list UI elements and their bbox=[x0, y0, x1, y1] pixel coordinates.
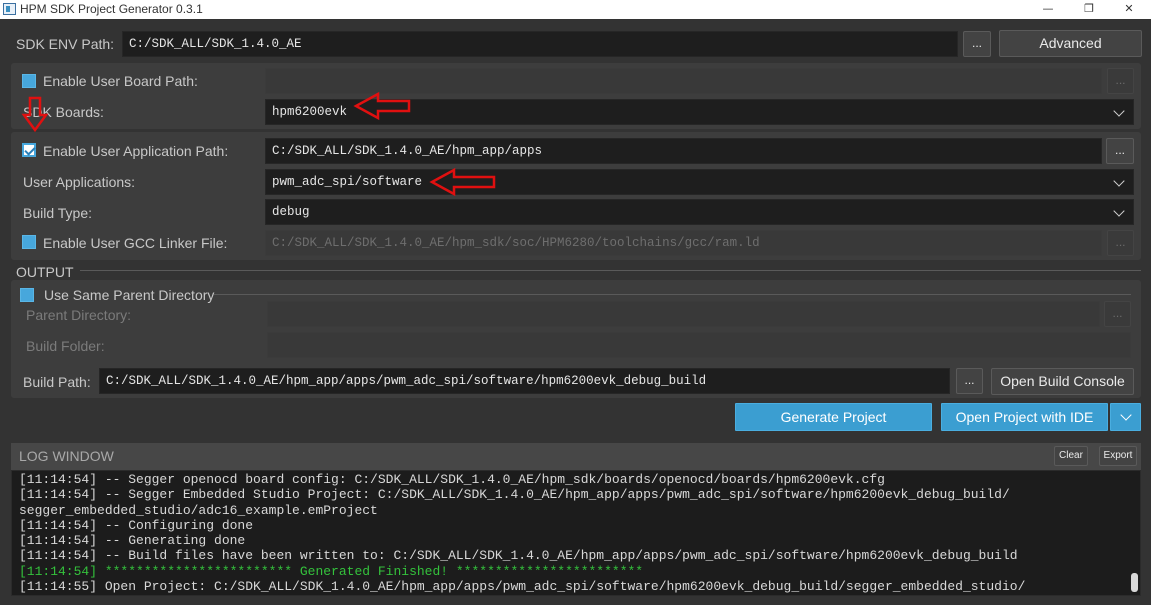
same-parent-checkbox[interactable] bbox=[20, 288, 34, 302]
open-ide-dropdown-button[interactable] bbox=[1110, 403, 1141, 431]
log-line: [11:14:54] -- Segger Embedded Studio Pro… bbox=[19, 487, 1010, 503]
parent-directory-label: Parent Directory: bbox=[26, 307, 132, 323]
advanced-button[interactable]: Advanced bbox=[999, 30, 1142, 57]
log-line: [11:14:54] -- Configuring done bbox=[19, 517, 254, 533]
sdk-boards-select[interactable]: hpm6200evk bbox=[265, 99, 1134, 125]
sdk-env-path-input[interactable]: C:/SDK_ALL/SDK_1.4.0_AE bbox=[122, 31, 958, 57]
chevron-down-icon bbox=[1120, 409, 1132, 421]
sdk-boards-label: SDK Boards: bbox=[23, 104, 104, 120]
parent-directory-browse-button[interactable]: ... bbox=[1104, 301, 1131, 327]
close-button[interactable]: ✕ bbox=[1106, 0, 1151, 19]
generate-project-button[interactable]: Generate Project bbox=[735, 403, 932, 431]
sdk-env-label: SDK ENV Path: bbox=[16, 36, 115, 52]
log-window-title: LOG WINDOW bbox=[19, 448, 114, 464]
chevron-down-icon bbox=[1113, 105, 1125, 117]
log-line: segger_embedded_studio/adc16_example.emP… bbox=[19, 502, 378, 518]
log-line: [11:14:54] -- Generating done bbox=[19, 533, 246, 549]
sdk-boards-value: hpm6200evk bbox=[272, 105, 348, 119]
user-linker-label: Enable User GCC Linker File: bbox=[43, 235, 228, 251]
user-application-checkbox[interactable] bbox=[22, 143, 36, 157]
user-linker-path-input[interactable]: C:/SDK_ALL/SDK_1.4.0_AE/hpm_sdk/soc/HPM6… bbox=[265, 230, 1102, 256]
log-clear-button[interactable]: Clear bbox=[1054, 446, 1088, 466]
open-build-console-button[interactable]: Open Build Console bbox=[991, 368, 1134, 395]
user-applications-value: pwm_adc_spi/software bbox=[272, 175, 423, 189]
log-scrollbar[interactable] bbox=[1131, 573, 1138, 592]
user-board-browse-button[interactable]: ... bbox=[1107, 68, 1134, 94]
app-icon bbox=[3, 3, 16, 15]
log-line: [11:14:54] -- Build files have been writ… bbox=[19, 548, 1018, 564]
log-line: [11:14:55] Open Project: C:/SDK_ALL/SDK_… bbox=[19, 579, 1026, 595]
sdk-env-browse-button[interactable]: ... bbox=[963, 31, 991, 57]
user-application-label: Enable User Application Path: bbox=[43, 143, 229, 159]
build-path-input[interactable]: C:/SDK_ALL/SDK_1.4.0_AE/hpm_app/apps/pwm… bbox=[99, 368, 950, 394]
same-parent-label: Use Same Parent Directory bbox=[44, 287, 215, 303]
user-application-path-input[interactable]: C:/SDK_ALL/SDK_1.4.0_AE/hpm_app/apps bbox=[265, 138, 1102, 164]
log-export-button[interactable]: Export bbox=[1099, 446, 1137, 466]
minimize-button[interactable]: — bbox=[1025, 0, 1071, 19]
user-board-path-input[interactable] bbox=[265, 68, 1102, 94]
log-output[interactable]: [11:14:54] -- Segger openocd board confi… bbox=[11, 470, 1141, 596]
window-title: HPM SDK Project Generator 0.3.1 bbox=[20, 2, 203, 16]
user-linker-browse-button[interactable]: ... bbox=[1107, 230, 1134, 256]
chevron-down-icon bbox=[1113, 205, 1125, 217]
user-board-checkbox[interactable] bbox=[22, 74, 36, 88]
output-divider bbox=[80, 270, 1141, 271]
user-applications-label: User Applications: bbox=[23, 174, 136, 190]
build-type-select[interactable]: debug bbox=[265, 199, 1134, 225]
user-applications-select[interactable]: pwm_adc_spi/software bbox=[265, 169, 1134, 195]
user-board-label: Enable User Board Path: bbox=[43, 73, 198, 89]
user-linker-checkbox[interactable] bbox=[22, 235, 36, 249]
log-line-success: [11:14:54] ************************ Gene… bbox=[19, 563, 644, 579]
log-window-header: LOG WINDOW Clear Export bbox=[11, 443, 1141, 470]
build-type-label: Build Type: bbox=[23, 205, 93, 221]
user-application-browse-button[interactable]: ... bbox=[1106, 138, 1134, 164]
build-folder-label: Build Folder: bbox=[26, 338, 105, 354]
open-project-ide-button[interactable]: Open Project with IDE bbox=[941, 403, 1108, 431]
build-type-value: debug bbox=[272, 205, 310, 219]
log-line: [11:14:54] -- Segger openocd board confi… bbox=[19, 472, 885, 487]
title-bar: HPM SDK Project Generator 0.3.1 — ❐ ✕ bbox=[0, 0, 1151, 19]
build-folder-input[interactable] bbox=[267, 332, 1131, 358]
build-path-label: Build Path: bbox=[23, 374, 91, 390]
parent-directory-input[interactable] bbox=[267, 301, 1100, 327]
output-section-label: OUTPUT bbox=[16, 264, 74, 280]
same-parent-divider bbox=[214, 294, 1131, 295]
chevron-down-icon bbox=[1113, 175, 1125, 187]
build-path-browse-button[interactable]: ... bbox=[956, 368, 983, 394]
